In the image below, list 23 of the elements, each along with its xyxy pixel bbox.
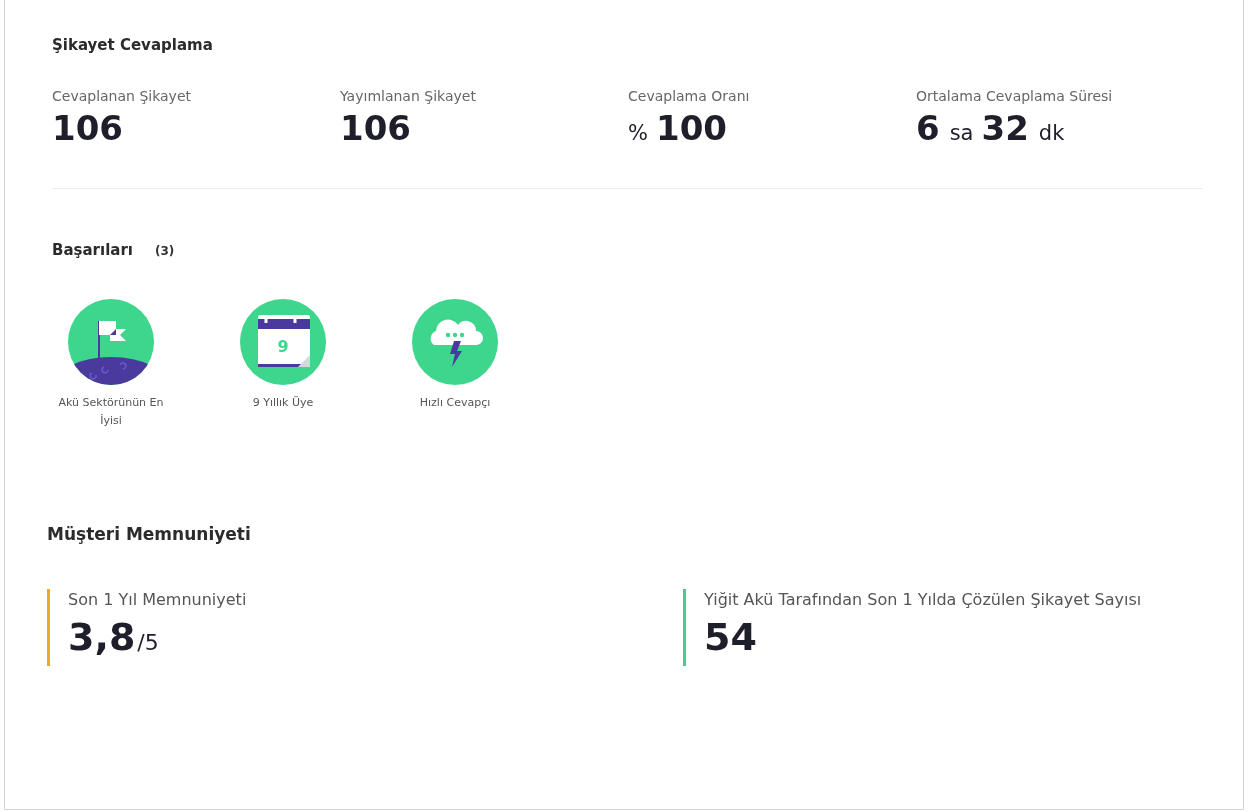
stat-value: % 100 [628, 108, 728, 148]
badge-label: Hızlı Cevapçı [418, 395, 492, 411]
metric-label: Yiğit Akü Tarafından Son 1 Yılda Çözülen Şikayet Sayısı [704, 590, 1142, 609]
stat-label: Cevaplama Oranı [628, 88, 751, 104]
stat-label: Yayımlanan Şikayet [340, 88, 477, 104]
section-title: Müşteri Memnuniyeti [47, 524, 252, 544]
stat-label: Ortalama Cevaplama Süresi [916, 88, 1114, 104]
stat-value: 6 sa 32 dk [916, 108, 1066, 148]
calendar-drawing [258, 313, 310, 367]
stat-value: 106 [52, 108, 124, 148]
stat-value: 106 [340, 108, 412, 148]
metric-value: 3,8/5 [68, 615, 160, 659]
calendar-number: 9 [277, 337, 289, 356]
badge-label: Akü Sektörünün En İyisi [57, 395, 165, 429]
section-title: Şikayet Cevaplama [52, 36, 214, 54]
section-title: Başarıları [52, 241, 133, 259]
flag-on-hill-icon [68, 299, 154, 385]
cloud-lightning-icon [412, 299, 498, 385]
achievement-count: (3) [154, 244, 175, 258]
stat-label: Cevaplanan Şikayet [52, 88, 192, 104]
badge-label: 9 Yıllık Üye [251, 395, 315, 411]
metric-label: Son 1 Yıl Memnuniyeti [68, 590, 247, 609]
metric-value: 54 [704, 615, 758, 659]
